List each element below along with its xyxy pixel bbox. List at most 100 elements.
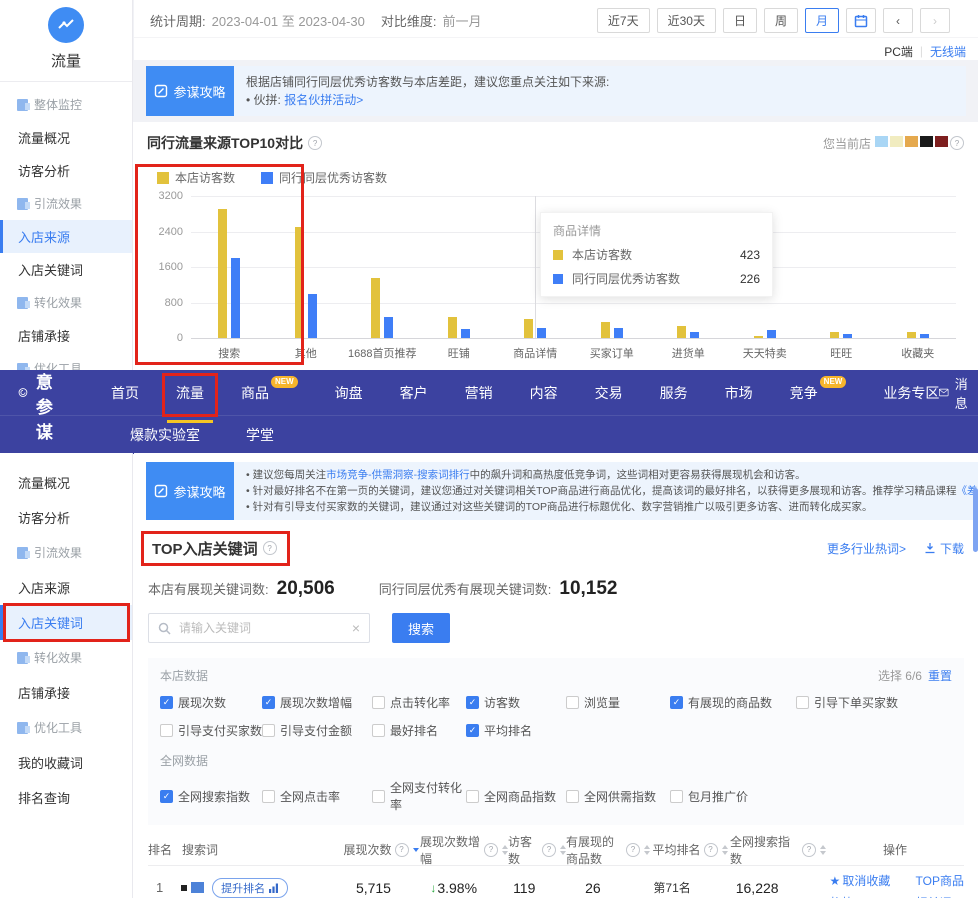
bar-同行同层优秀访客数-买家订单[interactable] [614,328,623,338]
reset-button[interactable]: 重置 [928,667,952,684]
app-logo[interactable]: 生意参谋 [18,370,67,443]
next-period-button[interactable]: › [920,8,950,33]
bar-本店访客数-收藏夹[interactable] [907,332,916,338]
table-header-展现次数增幅[interactable]: 展现次数增幅? [420,833,508,867]
help-icon[interactable]: ? [484,843,498,857]
nav-item-hot-lab[interactable]: 爆款实验室 [130,425,200,445]
bar-同行同层优秀访客数-1688首页推荐[interactable] [384,317,393,338]
checkbox-点击转化率[interactable]: 点击转化率 [372,694,466,711]
table-header-访客数[interactable]: 访客数? [508,833,566,867]
sidebar-item-流量概况[interactable]: 流量概况 [0,121,132,154]
checkbox-全网商品指数[interactable]: 全网商品指数 [466,779,566,813]
sidebar-item-转化效果[interactable]: 转化效果 [0,286,132,319]
sidebar-item-入店来源[interactable]: 入店来源 [0,570,132,605]
checkbox-最好排名[interactable]: 最好排名 [372,722,466,739]
table-header-平均排名[interactable]: 平均排名? [650,841,730,858]
bar-同行同层优秀访客数-收藏夹[interactable] [920,334,929,338]
nav-item-客户[interactable]: 客户 [400,383,428,403]
bar-本店访客数-天天特卖[interactable] [754,336,763,338]
action-TOP商品[interactable]: TOP商品 [916,872,964,889]
range-button-日[interactable]: 日 [723,8,757,33]
sidebar-item-排名查询[interactable]: 排名查询 [0,780,132,815]
help-icon[interactable]: ? [395,843,409,857]
nav-item-内容[interactable]: 内容 [530,383,558,403]
sidebar-item-我的收藏词[interactable]: 我的收藏词 [0,745,132,780]
nav-item-school[interactable]: 学堂 [246,425,274,445]
checkbox-全网点击率[interactable]: 全网点击率 [262,779,372,813]
nav-item-商品[interactable]: 商品NEW [241,383,298,403]
bar-同行同层优秀访客数-旺旺[interactable] [843,334,852,338]
more-hot-words-link[interactable]: 更多行业热词> [827,540,906,557]
range-button-周[interactable]: 周 [764,8,798,33]
checkbox-展现次数增幅[interactable]: ✓展现次数增幅 [262,694,372,711]
bar-同行同层优秀访客数-商品详情[interactable] [537,328,546,338]
help-icon[interactable]: ? [802,843,816,857]
help-icon[interactable]: ? [263,541,277,555]
nav-item-首页[interactable]: 首页 [111,383,139,403]
bar-本店访客数-旺铺[interactable] [448,317,457,338]
clear-icon[interactable]: × [352,620,360,636]
tab-pc[interactable]: PC端 [884,43,913,60]
sidebar-item-优化工具[interactable]: 优化工具 [0,710,132,745]
sidebar-item-引流效果[interactable]: 引流效果 [0,187,132,220]
checkbox-全网支付转化率[interactable]: 全网支付转化率 [372,779,466,813]
sidebar-item-流量概况[interactable]: 流量概况 [0,465,132,500]
help-icon[interactable]: ? [542,843,556,857]
messages-button[interactable]: 消息 [939,374,972,412]
legend-item-peer[interactable]: 同行同层优秀访客数 [261,169,387,186]
scrollbar-thumb[interactable] [973,488,978,552]
nav-item-竞争[interactable]: 竞争NEW [790,383,847,403]
table-header-全网搜索指数[interactable]: 全网搜索指数? [730,833,826,867]
help-icon[interactable]: ? [626,843,640,857]
boost-rank-button[interactable]: 提升排名 [212,878,288,898]
checkbox-平均排名[interactable]: ✓平均排名 [466,722,566,739]
bar-同行同层优秀访客数-进货单[interactable] [690,332,699,338]
checkbox-有展现的商品数[interactable]: ✓有展现的商品数 [670,694,796,711]
checkbox-全网搜索指数[interactable]: ✓全网搜索指数 [160,779,262,813]
checkbox-包月推广价[interactable]: 包月推广价 [670,779,796,813]
range-button-月[interactable]: 月 [805,8,839,33]
checkbox-引导支付买家数[interactable]: 引导支付买家数 [160,722,262,739]
sort-carets[interactable] [413,848,419,852]
nav-item-流量[interactable]: 流量 [176,383,204,403]
bar-本店访客数-旺旺[interactable] [830,332,839,338]
range-button-近7天[interactable]: 近7天 [597,8,650,33]
sidebar-item-访客分析[interactable]: 访客分析 [0,154,132,187]
table-header-有展现的商品数[interactable]: 有展现的商品数? [566,833,650,867]
download-link[interactable]: 下载 [924,540,964,557]
nav-item-市场[interactable]: 市场 [725,383,753,403]
help-icon[interactable]: ? [308,136,322,150]
action-取消收藏[interactable]: ★取消收藏 [830,872,904,889]
sidebar-item-优化工具[interactable]: 优化工具 [0,352,132,370]
bar-同行同层优秀访客数-天天特卖[interactable] [767,330,776,338]
bar-同行同层优秀访客数-搜索[interactable] [231,258,240,338]
bar-同行同层优秀访客数-旺铺[interactable] [461,329,470,338]
sidebar-item-转化效果[interactable]: 转化效果 [0,640,132,675]
search-input[interactable] [177,620,352,636]
checkbox-引导支付金额[interactable]: 引导支付金额 [262,722,372,739]
sidebar-item-入店关键词[interactable]: 入店关键词 [0,253,132,286]
signup-link[interactable]: 报名伙拼活动> [284,93,363,107]
range-button-近30天[interactable]: 近30天 [657,8,716,33]
search-button[interactable]: 搜索 [392,613,450,643]
checkbox-访客数[interactable]: ✓访客数 [466,694,566,711]
sidebar-item-入店来源[interactable]: 入店来源 [0,220,132,253]
nav-item-服务[interactable]: 服务 [660,383,688,403]
bullet-link[interactable]: 市场竞争-供需洞察-搜索词排行 [326,469,470,481]
help-icon[interactable]: ? [704,843,718,857]
checkbox-展现次数[interactable]: ✓展现次数 [160,694,262,711]
sidebar-item-引流效果[interactable]: 引流效果 [0,535,132,570]
sidebar-item-访客分析[interactable]: 访客分析 [0,500,132,535]
sidebar-item-店铺承接[interactable]: 店铺承接 [0,675,132,710]
bar-本店访客数-搜索[interactable] [218,209,227,338]
bar-本店访客数-1688首页推荐[interactable] [371,278,380,338]
sidebar-item-整体监控[interactable]: 整体监控 [0,88,132,121]
bar-本店访客数-买家订单[interactable] [601,322,610,338]
help-icon[interactable]: ? [950,136,964,150]
nav-item-询盘[interactable]: 询盘 [335,383,363,403]
action-趋势[interactable]: 趋势 [830,894,904,898]
sidebar-item-店铺承接[interactable]: 店铺承接 [0,319,132,352]
checkbox-浏览量[interactable]: 浏览量 [566,694,670,711]
legend-item-own-store[interactable]: 本店访客数 [157,169,235,186]
tab-wireless[interactable]: 无线端 [930,43,966,60]
